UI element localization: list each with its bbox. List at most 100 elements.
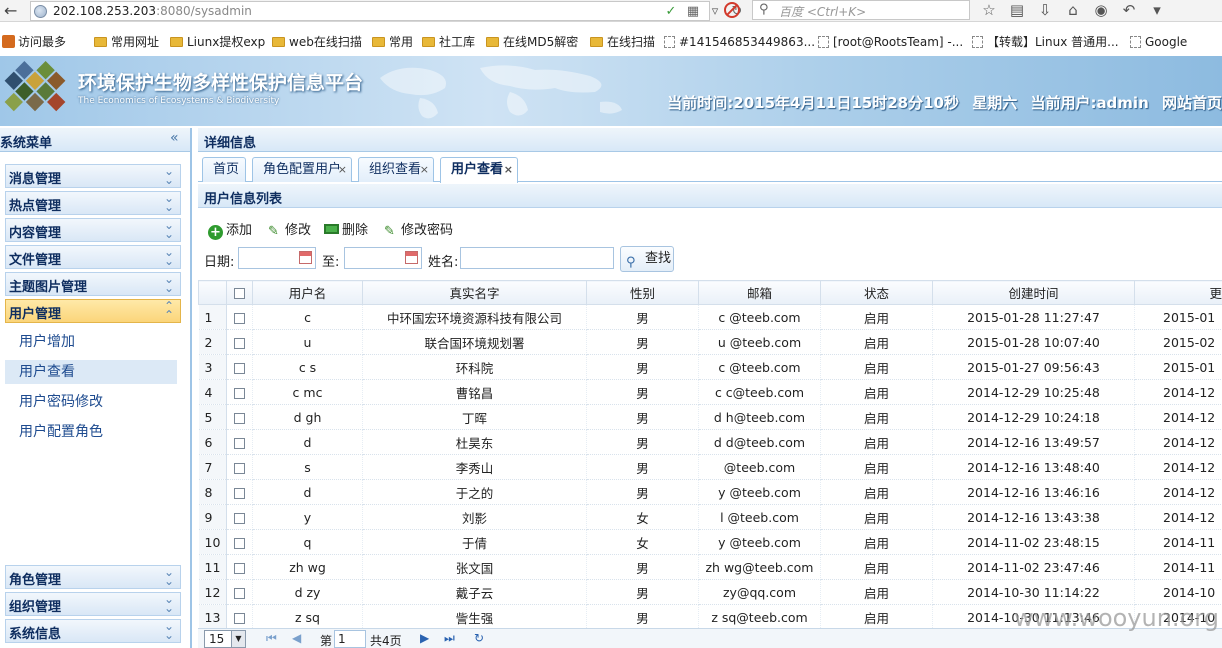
menu-file[interactable]: 文件管理 ⌄ ⌄ [5, 245, 181, 269]
table-row[interactable]: 4 c mc 曹铭昌男 c c@teeb.com 启用 2014-12-29 10:25:… [198, 379, 1222, 405]
undo-icon[interactable]: ↶ [1120, 1, 1138, 19]
download-icon[interactable]: ⇩ [1036, 1, 1054, 19]
page-number-input[interactable]: 1 [334, 630, 366, 648]
row-checkbox-cell[interactable] [226, 304, 253, 330]
tab-home[interactable]: 首页 [202, 157, 246, 182]
column-header[interactable]: 性别 [586, 280, 699, 305]
last-page-icon[interactable]: ⏭ [444, 631, 455, 646]
column-header[interactable]: 更 [1134, 280, 1222, 305]
table-row[interactable]: 10 q 于倩女 y @teeb.com 启用 2014-11-02 23:48:15 2… [198, 529, 1222, 555]
delete-button[interactable]: 删除 [324, 219, 368, 238]
row-checkbox-cell[interactable] [226, 529, 253, 555]
row-checkbox-cell[interactable] [226, 579, 253, 605]
row-checkbox-cell[interactable] [226, 454, 253, 480]
menu-user[interactable]: 用户管理 ⌃ ⌃ [5, 299, 181, 323]
sidebar-item-user-password[interactable]: 用户密码修改 [5, 390, 177, 414]
bookmarks-icon[interactable]: ▤ [1008, 1, 1026, 19]
column-header[interactable]: 用户名 [252, 280, 363, 305]
row-checkbox-cell[interactable] [226, 429, 253, 455]
menu-hotspot[interactable]: 热点管理 ⌄ ⌄ [5, 191, 181, 215]
row-checkbox[interactable] [234, 362, 245, 374]
close-icon[interactable]: × [504, 158, 513, 182]
row-checkbox-cell[interactable] [226, 379, 253, 405]
row-checkbox[interactable] [234, 487, 245, 499]
table-row[interactable]: 5 d gh 丁晖男 d h@teeb.com 启用 2014-12-29 10:24:1… [198, 404, 1222, 430]
row-checkbox[interactable] [234, 337, 245, 349]
sidebar-item-user-role[interactable]: 用户配置角色 [5, 420, 177, 444]
row-checkbox-cell[interactable] [226, 479, 253, 505]
bookmark-item[interactable]: 访问最多 [2, 32, 66, 52]
row-checkbox-cell[interactable] [226, 554, 253, 580]
row-checkbox-cell[interactable] [226, 329, 253, 355]
calendar-icon[interactable] [299, 251, 312, 264]
table-row[interactable]: 2 u 联合国环境规划署男 u @teeb.com 启用 2015-01-28 10:07… [198, 329, 1222, 355]
shield-icon[interactable]: ✓ [663, 4, 679, 20]
edit-button[interactable]: ✎ 修改 [268, 219, 311, 239]
table-row[interactable]: 8 d 于之的男 y @teeb.com 启用 2014-12-16 13:46:16 2… [198, 479, 1222, 505]
date-from-input[interactable] [238, 247, 316, 269]
address-bar[interactable]: 202.108.253.203:8080/sysadmin ✓ ▦ ▿ ↻ [30, 1, 742, 21]
row-checkbox-cell[interactable] [226, 354, 253, 380]
calendar-icon[interactable] [405, 251, 418, 264]
menu-message[interactable]: 消息管理 ⌄ ⌄ [5, 164, 181, 188]
chat-icon[interactable]: ◉ [1092, 1, 1110, 19]
bookmark-folder[interactable]: Liunx提权exp [170, 32, 265, 52]
tab-user-view[interactable]: 用户查看 × [440, 157, 518, 183]
dropdown-icon[interactable]: ▿ [707, 4, 723, 20]
bookmark-item[interactable]: Google [1130, 32, 1187, 52]
row-checkbox[interactable] [234, 537, 245, 549]
refresh-icon[interactable]: ↻ [474, 631, 484, 645]
next-page-icon[interactable]: ▶ [420, 631, 429, 645]
tab-org-view[interactable]: 组织查看 × [358, 157, 434, 182]
bookmark-item[interactable]: #141546853449863... [664, 32, 815, 52]
search-button[interactable]: ⚲ 查找 [620, 246, 674, 272]
bookmark-item[interactable]: [root@RootsTeam] -... [818, 32, 963, 52]
table-row[interactable]: 11 zh wg 张文国男 zh wg@teeb.com 启用 2014-11-02 23… [198, 554, 1222, 580]
bookmark-folder[interactable]: 在线扫描 [590, 32, 655, 52]
page-size-select[interactable]: 15 ▼ [204, 630, 246, 648]
change-password-button[interactable]: ✎ 修改密码 [384, 219, 453, 239]
browser-search-input[interactable]: ⚲ 百度 <Ctrl+K> [752, 0, 970, 20]
table-row[interactable]: 1 c 中环国宏环境资源科技有限公司男 c @teeb.com 启用 2015-01-28… [198, 304, 1222, 330]
back-arrow-icon[interactable]: ← [4, 2, 22, 20]
table-row[interactable]: 9 y 刘影女 l @teeb.com 启用 2014-12-16 13:43:38 20… [198, 504, 1222, 530]
table-row[interactable]: 7 s 李秀山男 @teeb.com 启用 2014-12-16 13:48:40 20… [198, 454, 1222, 480]
select-all-header[interactable] [226, 280, 253, 305]
close-icon[interactable]: × [420, 158, 429, 182]
collapse-left-icon[interactable]: « [170, 130, 179, 146]
table-row[interactable]: 12 d zy 戴子云男 zy@qq.com 启用 2014-10-30 11:14:2… [198, 579, 1222, 605]
name-input[interactable] [460, 247, 614, 269]
table-row[interactable]: 3 c s 环科院男 c @teeb.com 启用 2015-01-27 09:56:43… [198, 354, 1222, 380]
close-icon[interactable]: × [338, 158, 347, 182]
select-all-checkbox[interactable] [234, 288, 245, 299]
menu-organization[interactable]: 组织管理 ⌄ ⌄ [5, 592, 181, 616]
sidebar-item-user-add[interactable]: 用户增加 [5, 330, 177, 354]
menu-content[interactable]: 内容管理 ⌄ ⌄ [5, 218, 181, 242]
row-checkbox[interactable] [234, 587, 245, 599]
column-header[interactable]: 创建时间 [932, 280, 1135, 305]
home-icon[interactable]: ⌂ [1064, 1, 1082, 19]
bookmark-item[interactable]: 【转载】Linux 普通用... [972, 32, 1119, 52]
first-page-icon[interactable]: ⏮ [266, 631, 277, 646]
tab-role-config[interactable]: 角色配置用户 × [252, 157, 352, 182]
row-checkbox[interactable] [234, 562, 245, 574]
row-checkbox[interactable] [234, 412, 245, 424]
row-checkbox[interactable] [234, 512, 245, 524]
row-checkbox[interactable] [234, 387, 245, 399]
menu-role[interactable]: 角色管理 ⌄ ⌄ [5, 565, 181, 589]
add-button[interactable]: + 添加 [208, 219, 252, 240]
bookmark-folder[interactable]: 社工库 [422, 32, 475, 52]
sidebar-item-user-view[interactable]: 用户查看 [5, 360, 177, 384]
qr-code-icon[interactable]: ▦ [685, 4, 701, 20]
row-checkbox[interactable] [234, 437, 245, 449]
row-checkbox-cell[interactable] [226, 504, 253, 530]
date-to-input[interactable] [344, 247, 422, 269]
adblock-icon[interactable] [724, 2, 740, 18]
bookmark-folder[interactable]: 常用网址 [94, 32, 159, 52]
star-icon[interactable]: ☆ [980, 1, 998, 19]
menu-dropdown-icon[interactable]: ▾ [1148, 1, 1166, 19]
menu-theme-image[interactable]: 主题图片管理 ⌄ ⌄ [5, 272, 181, 296]
column-header[interactable]: 状态 [820, 280, 933, 305]
bookmark-folder[interactable]: 在线MD5解密 [486, 32, 578, 52]
row-checkbox[interactable] [234, 462, 245, 474]
